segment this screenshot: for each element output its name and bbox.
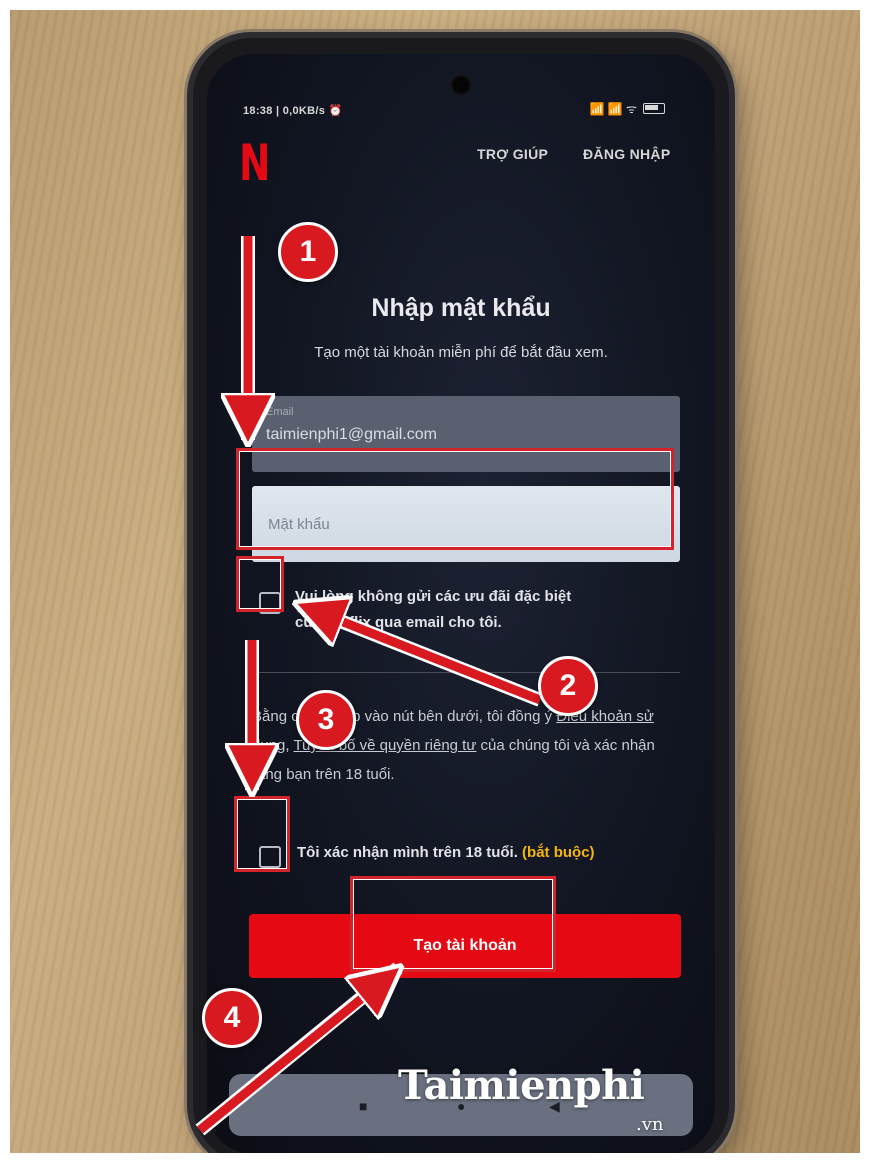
watermark-logo: Taimienphi <box>398 1062 645 1109</box>
step-badge-4: 4 <box>202 988 262 1048</box>
step-badge-2: 2 <box>538 656 598 716</box>
annotation-arrows <box>195 236 543 1136</box>
step-badge-3: 3 <box>296 690 356 750</box>
step-badge-1: 1 <box>278 222 338 282</box>
watermark-domain: .vn <box>636 1114 664 1135</box>
